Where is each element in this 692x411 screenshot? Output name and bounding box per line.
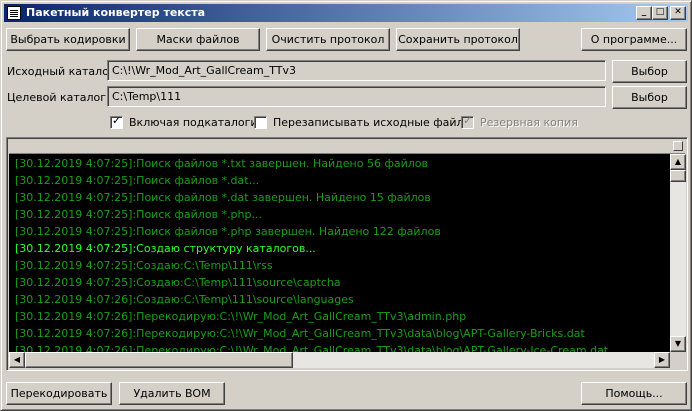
log-line: [30.12.2019 4:07:25]:Поиск файлов *.txt … <box>15 157 428 170</box>
log-line: [30.12.2019 4:07:25]:Поиск файлов *.php … <box>15 225 441 238</box>
scroll-down-icon[interactable]: ▼ <box>670 336 686 352</box>
log-line: [30.12.2019 4:07:26]:Перекодирую:C:\!\Wr… <box>15 310 467 323</box>
log-line: [30.12.2019 4:07:26]:Создаю:C:\Temp\111\… <box>15 293 354 306</box>
backup-label: Резервная копия <box>480 116 578 129</box>
help-button[interactable]: Помощь... <box>581 382 687 405</box>
scroll-left-icon[interactable]: ◀ <box>9 352 25 368</box>
log-line: [30.12.2019 4:07:25]:Создаю структуру ка… <box>15 242 316 255</box>
log-header-button[interactable] <box>673 141 683 151</box>
log-line: [30.12.2019 4:07:25]:Поиск файлов *.dat.… <box>15 174 260 187</box>
backup-checkbox <box>461 114 474 129</box>
log-horizontal-scrollbar[interactable]: ◀ ▶ <box>9 352 670 368</box>
include-subdirs-label: Включая подкаталоги <box>129 116 258 129</box>
log-line: [30.12.2019 4:07:25]:Создаю:C:\Temp\111\… <box>15 276 341 289</box>
window-title: Пакетный конвертер текста <box>26 6 206 19</box>
log-list[interactable]: [30.12.2019 4:07:25]:Поиск файлов *.txt … <box>9 154 670 352</box>
source-dir-field[interactable]: C:\!\Wr_Mod_Art_GallCream_TTv3 <box>107 60 606 81</box>
overwrite-label: Перезаписывать исходные файлы <box>273 116 473 129</box>
target-dir-label: Целевой каталог <box>7 91 107 104</box>
log-header <box>9 140 685 154</box>
close-icon[interactable]: ✕ <box>670 6 686 20</box>
save-log-button[interactable]: Сохранить протокол <box>396 28 520 51</box>
log-panel: [30.12.2019 4:07:25]:Поиск файлов *.txt … <box>6 137 688 371</box>
log-line: [30.12.2019 4:07:26]:Перекодирую:C:\!\Wr… <box>15 327 585 340</box>
minimize-icon[interactable]: _ <box>636 6 652 20</box>
horizontal-scroll-thumb[interactable] <box>25 352 293 368</box>
remove-bom-button[interactable]: Удалить BOM <box>119 382 225 405</box>
scroll-right-icon[interactable]: ▶ <box>654 352 670 368</box>
log-line: [30.12.2019 4:07:26]:Перекодирую:C:\!\Wr… <box>15 344 609 352</box>
source-browse-button[interactable]: Выбор <box>612 60 687 83</box>
scroll-corner <box>670 352 686 368</box>
app-icon <box>7 6 21 20</box>
file-masks-button[interactable]: Маски файлов <box>136 28 260 51</box>
title-bar: Пакетный конвертер текста _ □ ✕ <box>4 4 688 22</box>
about-button[interactable]: О программе... <box>581 28 687 51</box>
scroll-up-icon[interactable]: ▲ <box>670 154 686 170</box>
vertical-scroll-thumb[interactable] <box>670 170 686 182</box>
target-dir-field[interactable]: C:\Temp\111 <box>107 86 606 107</box>
log-line: [30.12.2019 4:07:25]:Поиск файлов *.dat … <box>15 191 431 204</box>
select-encodings-button[interactable]: Выбрать кодировки <box>6 28 130 51</box>
maximize-icon[interactable]: □ <box>652 6 668 20</box>
recode-button[interactable]: Перекодировать <box>6 382 112 405</box>
clear-log-button[interactable]: Очистить протокол <box>266 28 390 51</box>
include-subdirs-checkbox[interactable] <box>110 114 123 129</box>
log-line: [30.12.2019 4:07:25]:Поиск файлов *.php.… <box>15 208 262 221</box>
main-window: Пакетный конвертер текста _ □ ✕ Выбрать … <box>0 0 692 411</box>
log-vertical-scrollbar[interactable]: ▲ ▼ <box>670 154 686 352</box>
log-line: [30.12.2019 4:07:25]:Создаю:C:\Temp\111\… <box>15 259 273 272</box>
source-dir-label: Исходный каталог <box>7 65 115 78</box>
overwrite-checkbox[interactable] <box>254 116 267 129</box>
target-browse-button[interactable]: Выбор <box>612 86 687 109</box>
